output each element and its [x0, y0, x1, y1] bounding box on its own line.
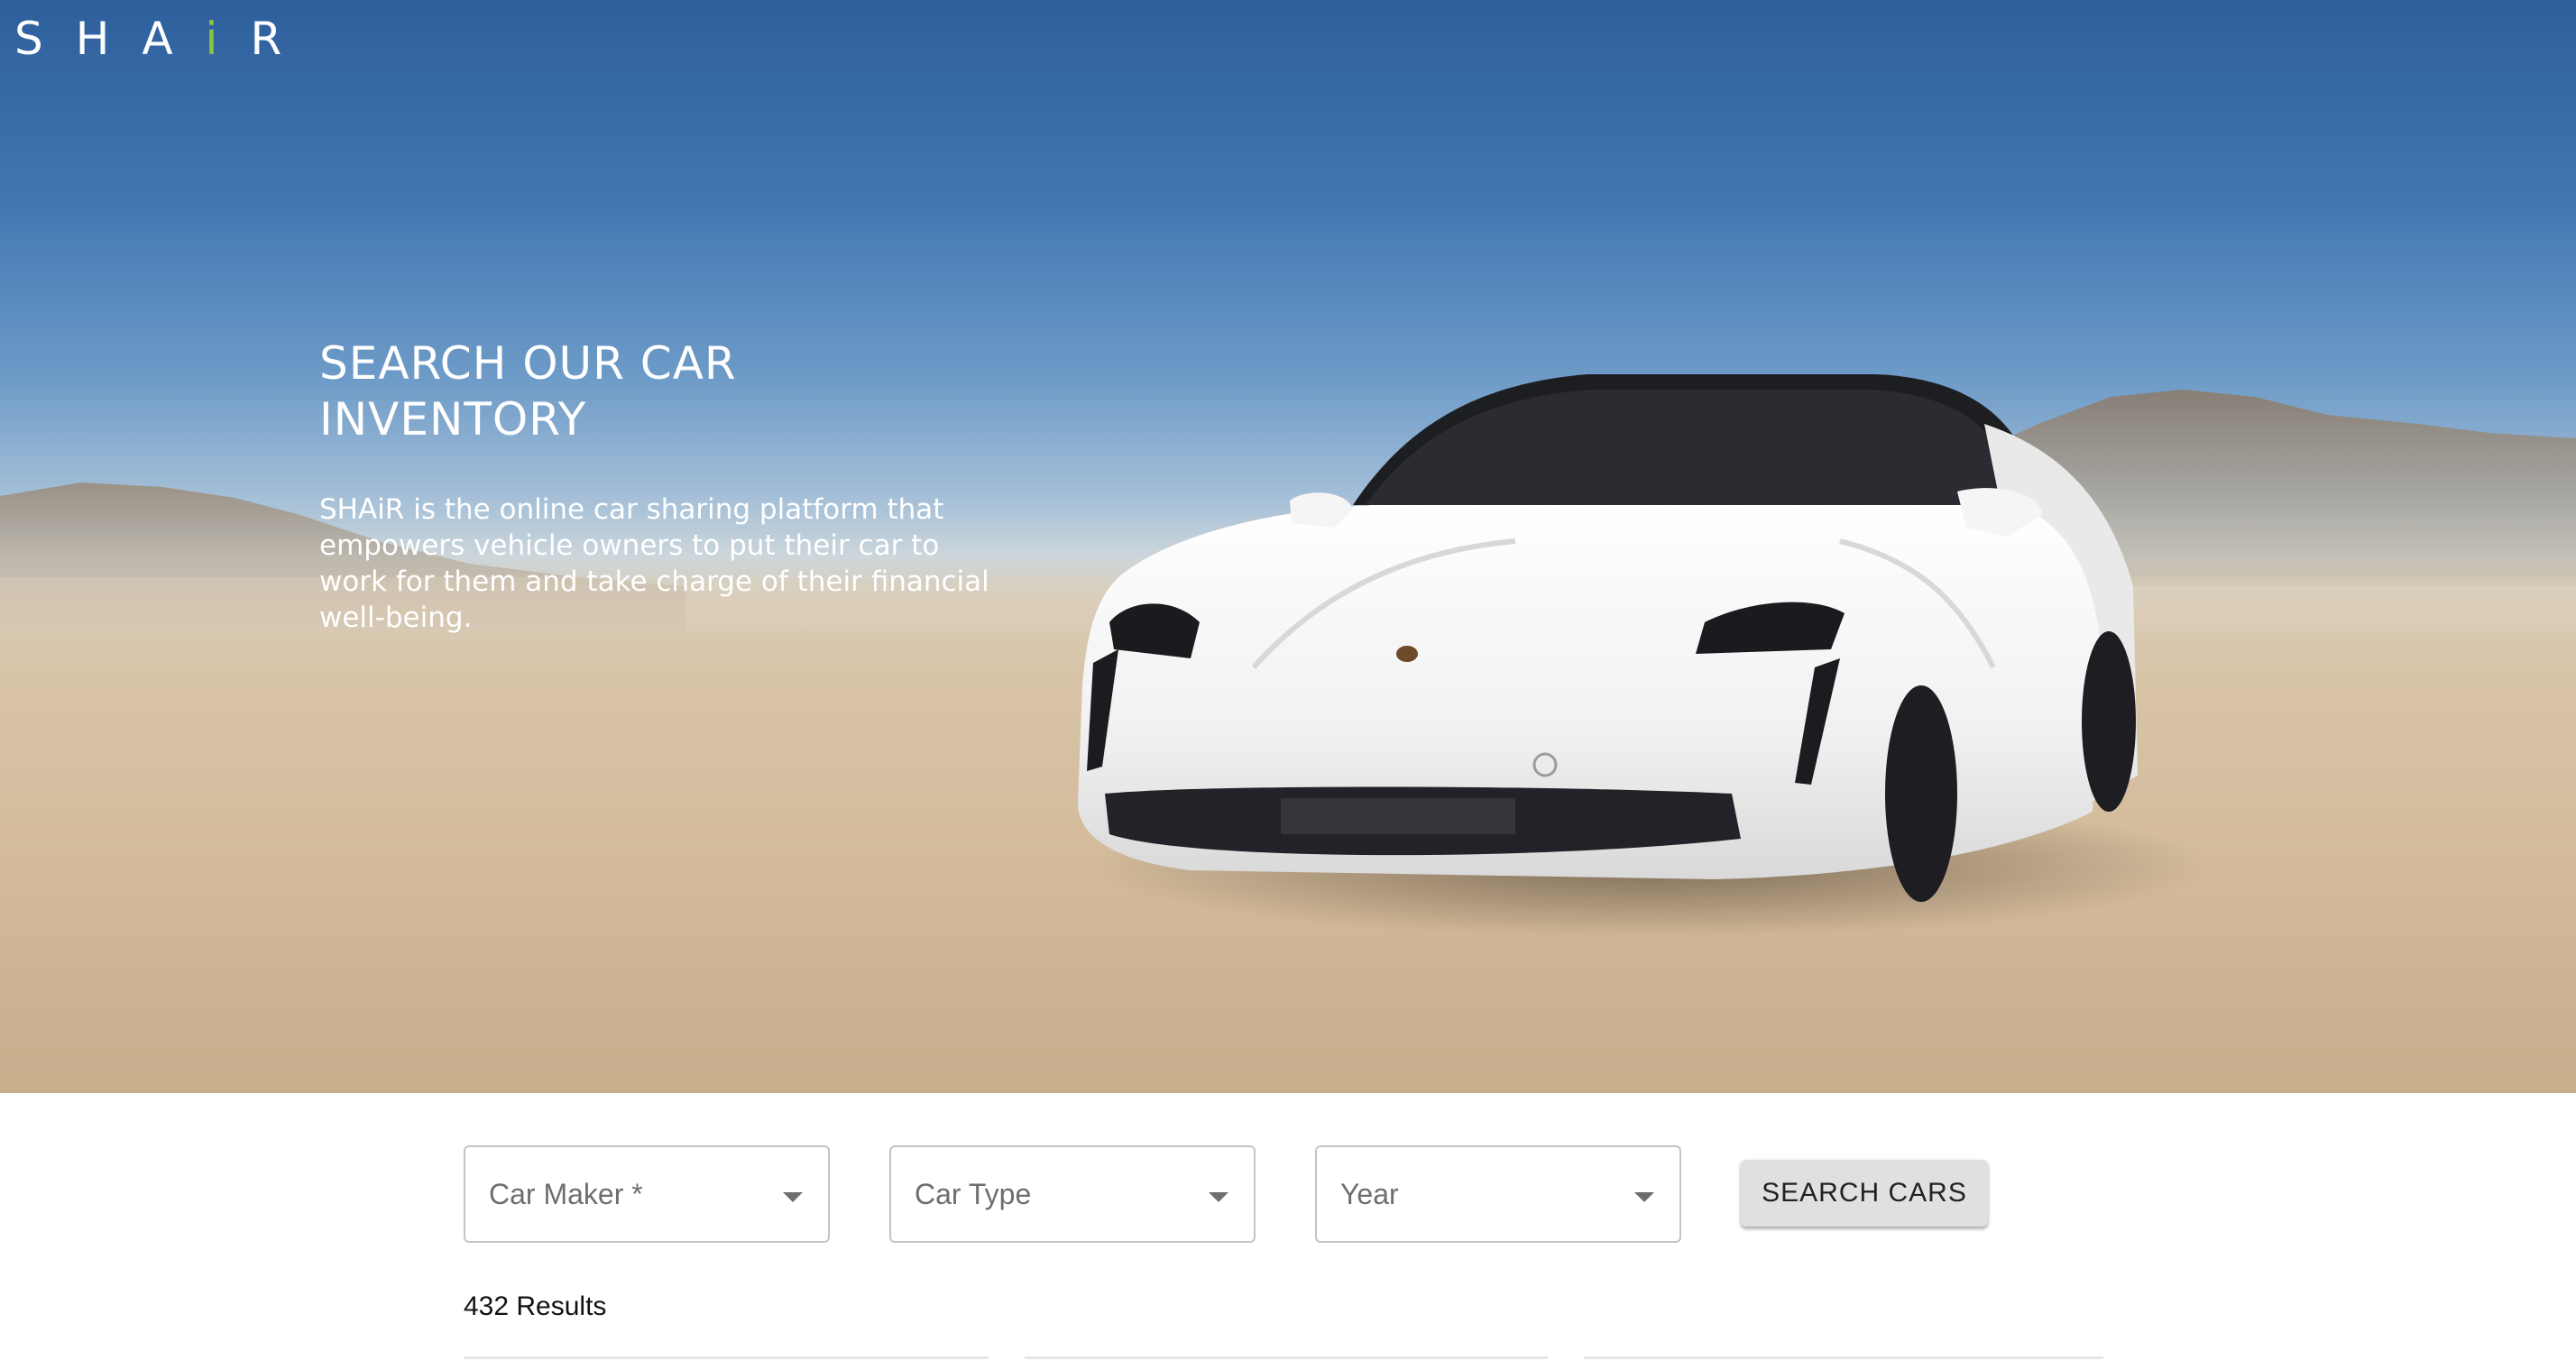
car-type-label: Car Type	[915, 1178, 1032, 1210]
result-card[interactable]	[464, 1356, 989, 1359]
car-type-select[interactable]: Car Type	[889, 1145, 1256, 1243]
hero-description: SHAiR is the online car sharing platform…	[319, 493, 989, 634]
search-cars-button[interactable]: SEARCH CARS	[1741, 1160, 1988, 1227]
car-maker-select[interactable]: Car Maker *	[464, 1145, 830, 1243]
page: SHAiR SEARCH OUR CAR INVENTORY SHAiR is …	[0, 0, 2576, 1360]
logo-text-start: SHA	[14, 13, 206, 65]
logo-text-end: R	[250, 13, 315, 65]
dropdown-arrow-icon	[783, 1192, 803, 1202]
year-label: Year	[1340, 1178, 1399, 1210]
hero-banner: SHAiR SEARCH OUR CAR INVENTORY SHAiR is …	[0, 0, 2576, 1093]
shair-logo[interactable]: SHAiR	[14, 13, 314, 65]
results-count: 432 Results	[464, 1291, 607, 1321]
result-card[interactable]	[1025, 1356, 1548, 1359]
logo-text-accent: i	[205, 13, 251, 65]
dropdown-arrow-icon	[1209, 1192, 1228, 1202]
hero-title: SEARCH OUR CAR INVENTORY	[319, 337, 737, 446]
dropdown-arrow-icon	[1634, 1192, 1654, 1202]
car-maker-label: Car Maker *	[489, 1178, 643, 1210]
result-card[interactable]	[1584, 1356, 2103, 1359]
year-select[interactable]: Year	[1315, 1145, 1681, 1243]
